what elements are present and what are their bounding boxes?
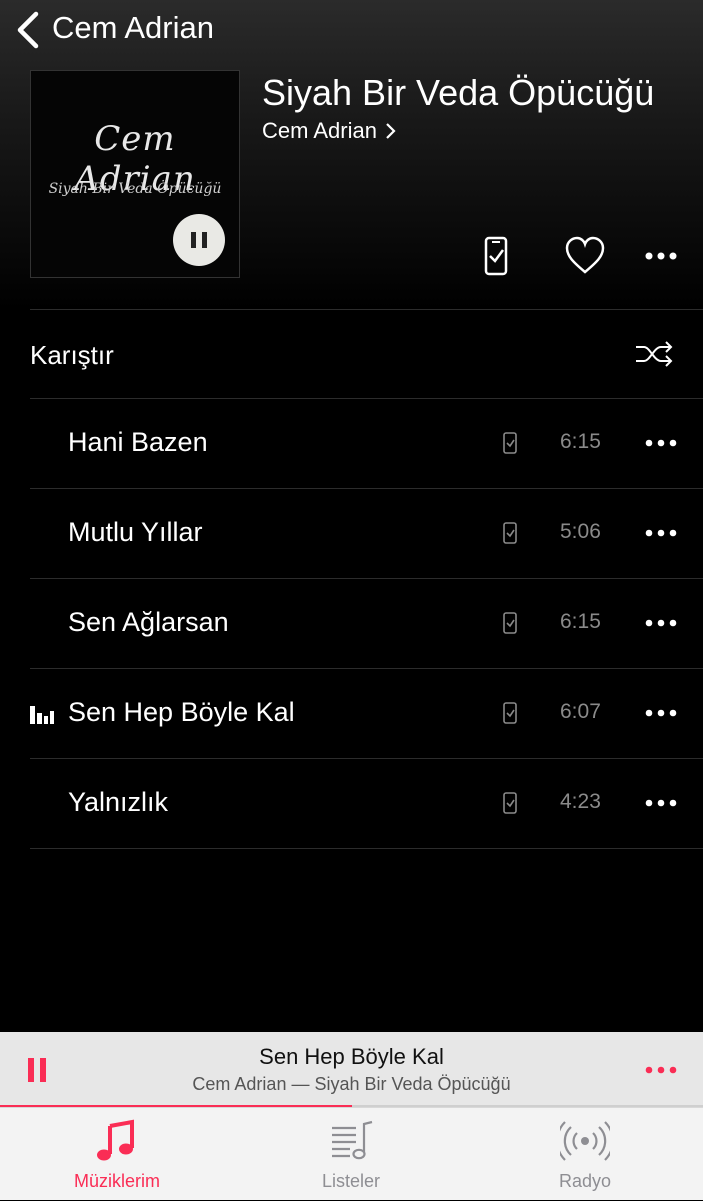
track-duration: 6:07 (560, 700, 601, 723)
more-options-icon[interactable] (642, 793, 680, 813)
album-artist-label: Cem Adrian (262, 118, 377, 143)
now-playing-subtitle: Cem Adrian — Siyah Bir Veda Öpücüğü (192, 1074, 511, 1094)
pause-icon (191, 232, 196, 248)
tab-label: Radyo (558, 1171, 612, 1191)
track-row[interactable]: Yalnızlık 4:23 (0, 759, 703, 848)
tab-radyo[interactable]: Radyo (468, 1108, 702, 1201)
downloaded-device-icon[interactable] (480, 234, 512, 278)
mini-player[interactable]: Sen Hep Böyle Kal Cem Adrian — Siyah Bir… (0, 1032, 703, 1108)
track-row[interactable]: Sen Ağlarsan 6:15 (0, 579, 703, 668)
more-options-icon[interactable] (642, 234, 680, 278)
downloaded-icon (503, 792, 517, 814)
tab-label: Listeler (321, 1171, 381, 1191)
more-options-icon[interactable] (642, 433, 680, 453)
track-title: Sen Hep Böyle Kal (68, 697, 295, 727)
track-title: Yalnızlık (68, 787, 169, 817)
shuffle-label: Karıştır (30, 340, 114, 370)
tab-bar: Müziklerim Listeler Radyo (0, 1107, 703, 1200)
more-options-icon[interactable] (642, 703, 680, 723)
track-duration: 6:15 (560, 430, 601, 453)
track-row[interactable]: Hani Bazen 6:15 (0, 399, 703, 488)
track-row[interactable]: Mutlu Yıllar 5:06 (0, 489, 703, 578)
track-title: Sen Ağlarsan (68, 607, 229, 637)
shuffle-row[interactable]: Karıştır (0, 311, 703, 398)
tab-muziklerim[interactable]: Müziklerim (0, 1108, 234, 1201)
downloaded-icon (503, 702, 517, 724)
downloaded-icon (503, 522, 517, 544)
downloaded-icon (503, 612, 517, 634)
artwork-album-text: Siyah Bir Veda Öpücüğü (48, 181, 222, 197)
track-duration: 6:15 (560, 610, 601, 633)
divider (30, 848, 703, 849)
chevron-right-icon (386, 123, 396, 139)
artwork-pause-button[interactable] (173, 214, 225, 266)
album-artwork: Cem Adrian Siyah Bir Veda Öpücüğü (30, 70, 240, 278)
more-options-icon[interactable] (642, 523, 680, 543)
playlist-icon (332, 1120, 373, 1160)
back-chevron-icon[interactable] (14, 10, 44, 50)
downloaded-icon (503, 432, 517, 454)
more-options-icon[interactable] (642, 613, 680, 633)
album-artist-link[interactable]: Cem Adrian (262, 118, 397, 144)
back-button-label[interactable]: Cem Adrian (52, 10, 214, 46)
now-playing-bars-icon (30, 706, 54, 724)
pause-icon-bar (202, 232, 207, 248)
tab-listeler[interactable]: Listeler (234, 1108, 468, 1201)
shuffle-icon[interactable] (634, 340, 674, 368)
track-row[interactable]: Sen Hep Böyle Kal 6:07 (0, 669, 703, 758)
music-note-icon (97, 1119, 134, 1161)
album-title: Siyah Bir Veda Öpücüğü (262, 72, 655, 113)
radio-icon (560, 1121, 610, 1161)
track-title: Hani Bazen (68, 427, 208, 457)
now-playing-title: Sen Hep Böyle Kal (259, 1044, 444, 1069)
tab-label: Müziklerim (73, 1171, 160, 1191)
heart-icon[interactable] (563, 234, 607, 278)
track-title: Mutlu Yıllar (68, 517, 203, 547)
navigation-bar: Cem Adrian (0, 0, 703, 56)
more-options-icon[interactable] (642, 1060, 680, 1080)
track-duration: 5:06 (560, 520, 601, 543)
divider (30, 309, 703, 310)
track-duration: 4:23 (560, 790, 601, 813)
